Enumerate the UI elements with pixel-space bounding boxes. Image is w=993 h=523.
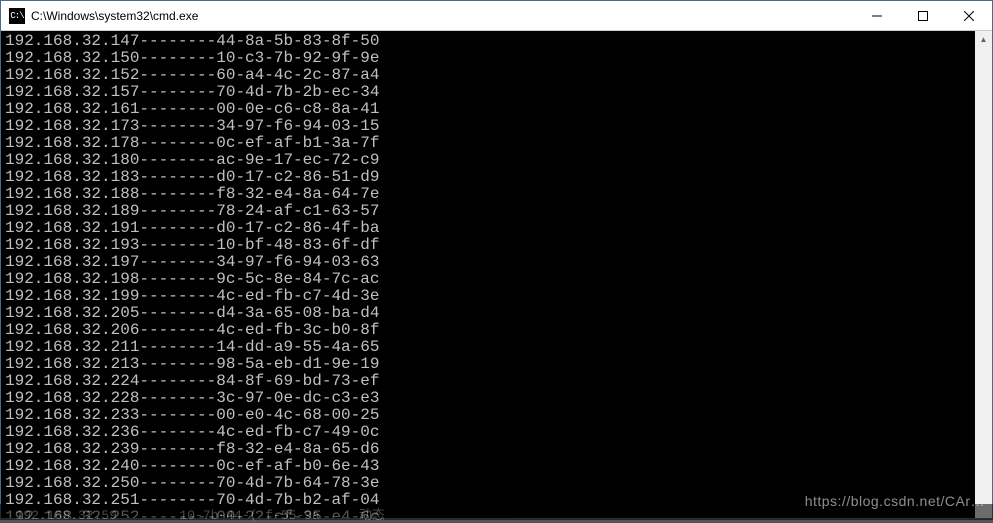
titlebar[interactable]: C:\ C:\Windows\system32\cmd.exe [1,1,992,31]
maximize-button[interactable] [900,1,946,30]
close-button[interactable] [946,1,992,30]
cmd-window: C:\ C:\Windows\system32\cmd.exe 192.168.… [0,0,993,519]
app-icon: C:\ [9,8,25,24]
scroll-up-icon[interactable]: ▲ [975,31,992,48]
window-title: C:\Windows\system32\cmd.exe [31,9,854,23]
window-controls [854,1,992,30]
vertical-scrollbar[interactable]: ▲ [975,31,992,518]
minimize-button[interactable] [854,1,900,30]
terminal-output[interactable]: 192.168.32.147--------44-8a-5b-83-8f-50 … [1,31,992,518]
terminal-client-area: 192.168.32.147--------44-8a-5b-83-8f-50 … [1,31,992,518]
obscured-row: 192.168.32.59 10-7b-44-( f-55-9a 动态 [0,504,993,520]
